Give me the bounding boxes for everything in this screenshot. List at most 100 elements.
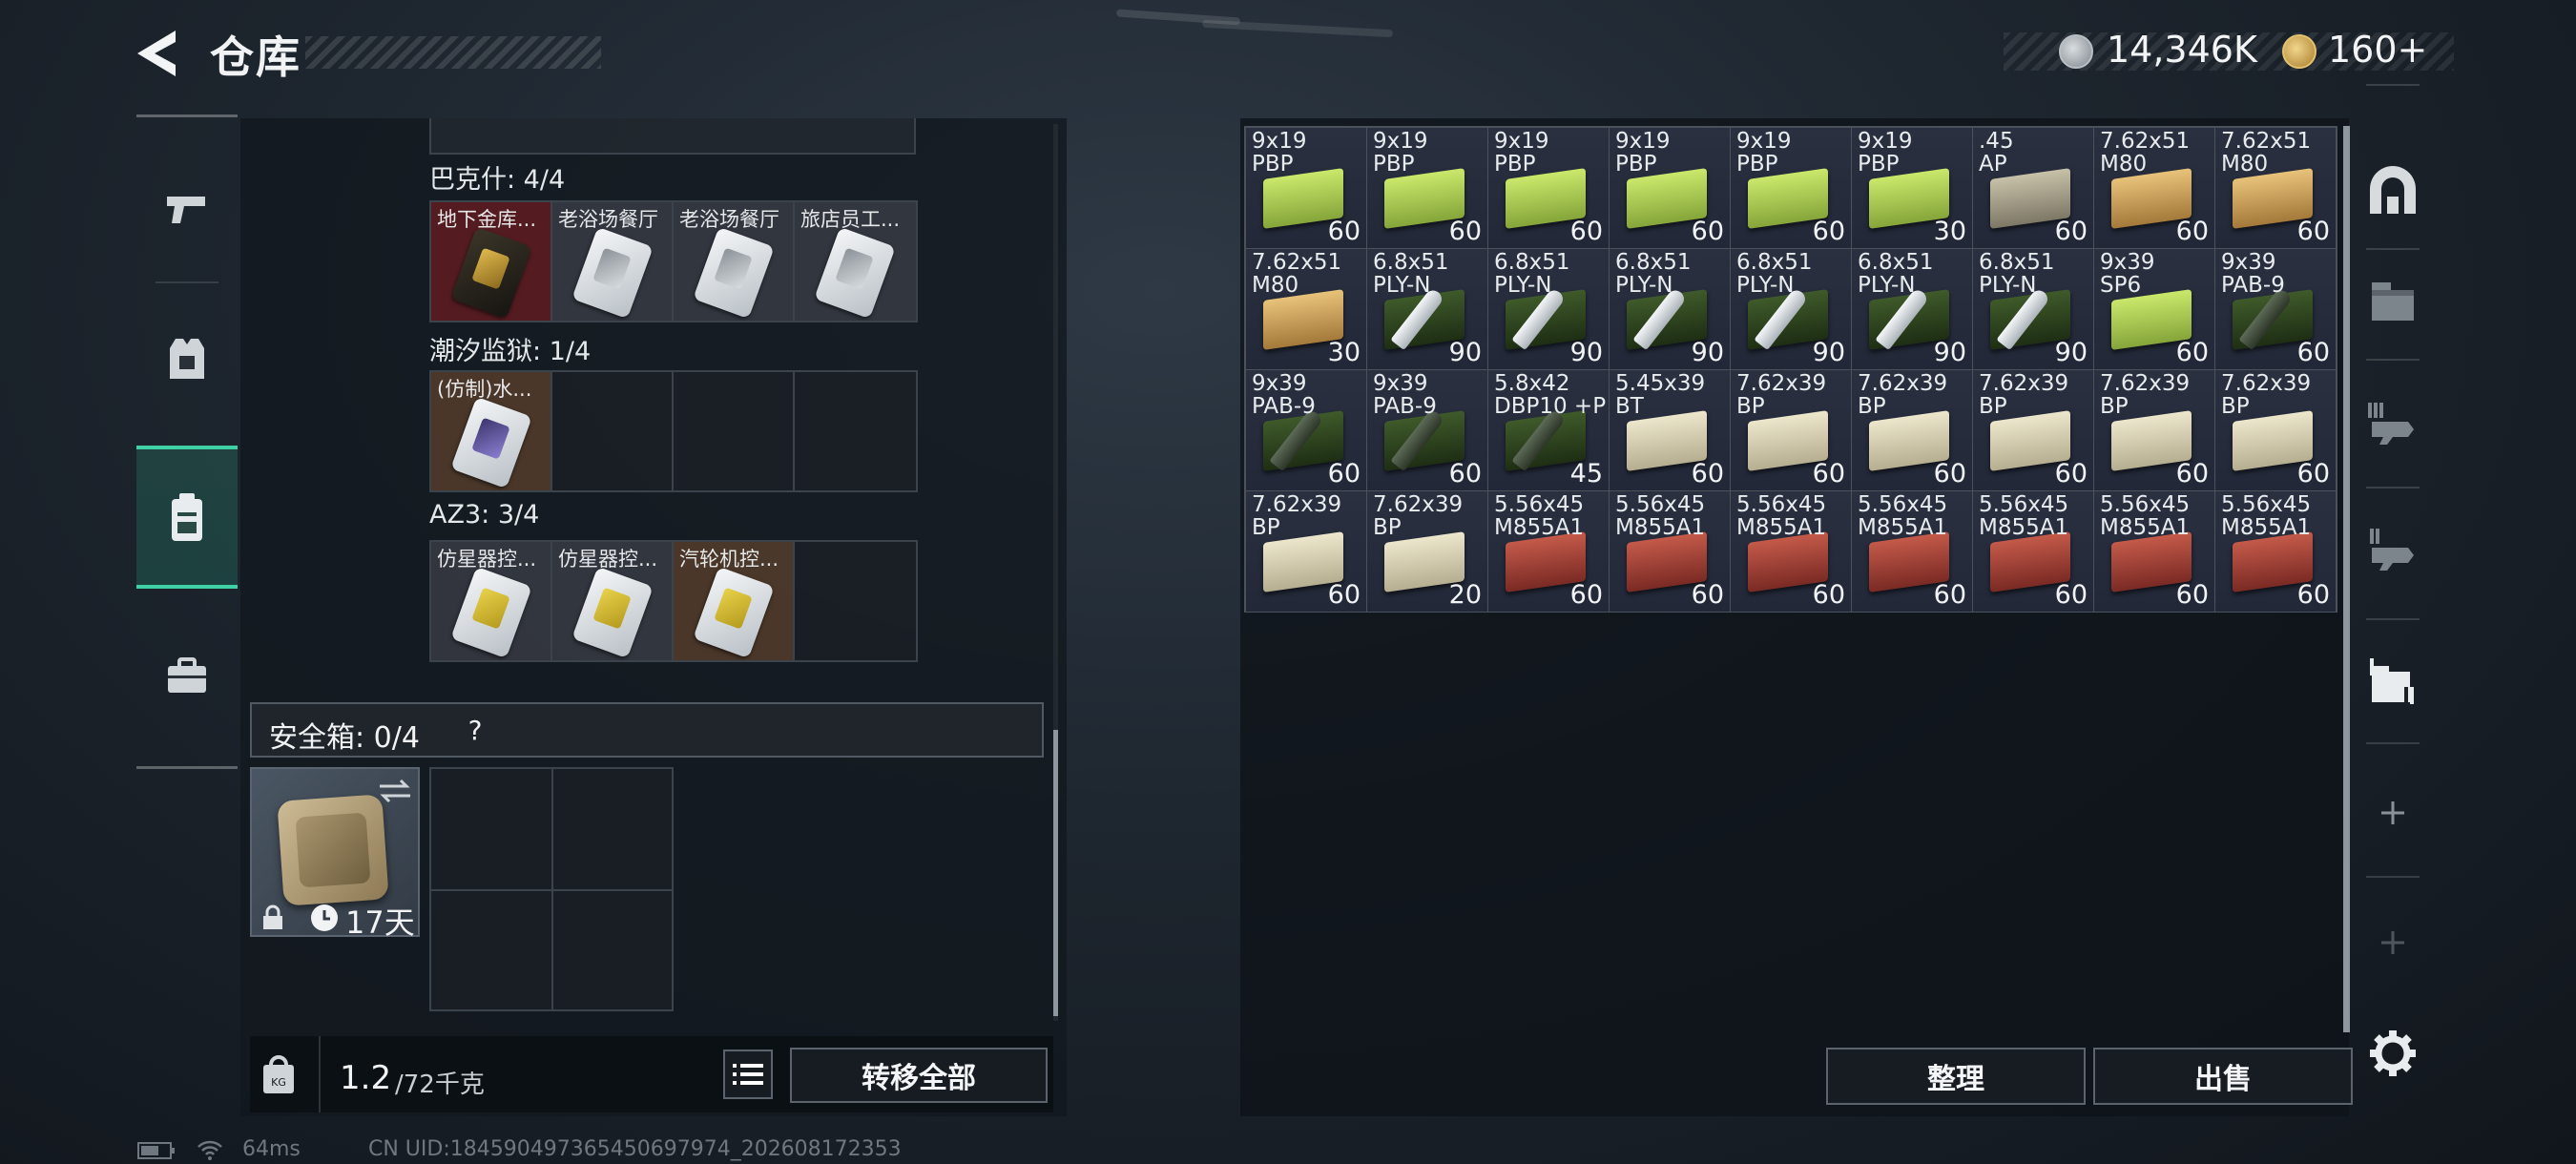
help-button[interactable]: ? (456, 711, 494, 749)
armor-vest-icon (170, 339, 204, 379)
list-view-button[interactable] (723, 1050, 773, 1099)
ammo-item[interactable]: 9x19 PBP 60 (1367, 128, 1488, 249)
ammo-item[interactable]: 9x19 PBP 60 (1246, 128, 1367, 249)
ammo-count: 60 (1691, 459, 1724, 488)
ammo-count: 30 (1933, 217, 1966, 246)
ammo-item[interactable]: 9x39 PAB-9 60 (1367, 370, 1488, 491)
empty-slot[interactable] (795, 542, 916, 660)
stash-tab-1[interactable] (2364, 271, 2421, 328)
empty-slot[interactable] (795, 372, 916, 490)
stash-tab-main[interactable] (2364, 162, 2421, 219)
key-card-slot[interactable]: 旅店员工... (795, 202, 916, 321)
ammo-item[interactable]: 9x39 SP6 60 (2094, 249, 2215, 370)
sell-button[interactable]: 出售 (2093, 1048, 2353, 1105)
ammo-caliber: 6.8x51 PLY-N (1858, 250, 1934, 298)
empty-slot[interactable] (552, 372, 674, 490)
item-name: 汽轮机控... (679, 548, 779, 571)
ammo-item[interactable]: 5.45x39 BT 60 (1610, 370, 1731, 491)
safe-box-grid[interactable] (429, 767, 674, 1011)
svg-text:KG: KG (271, 1076, 286, 1089)
ammo-caliber: 6.8x51 PLY-N (1494, 250, 1570, 298)
transfer-all-button[interactable]: 转移全部 (790, 1048, 1048, 1103)
ammo-item[interactable]: 7.62x39 BP 60 (1246, 491, 1367, 613)
clock-icon (311, 904, 338, 931)
back-icon[interactable] (134, 27, 181, 80)
key-card-slot[interactable]: 汽轮机控... (674, 542, 795, 660)
ammo-item[interactable]: 5.56x45 M855A1 60 (1973, 491, 2094, 613)
ammo-item[interactable]: 9x19 PBP 30 (1852, 128, 1973, 249)
ammo-item[interactable]: 7.62x51 M80 60 (2094, 128, 2215, 249)
nav-weapons[interactable] (136, 136, 238, 280)
nav-toolbox[interactable] (136, 604, 238, 747)
ammo-caliber: 6.8x51 PLY-N (1373, 250, 1449, 298)
ammo-item[interactable]: 5.56x45 M855A1 60 (1731, 491, 1852, 613)
ammo-caliber: 7.62x39 BP (1858, 371, 1948, 419)
keycard-image (571, 566, 654, 659)
ammo-item[interactable]: 6.8x51 PLY-N 90 (1367, 249, 1488, 370)
add-stash-tab-button-2[interactable] (2364, 914, 2421, 971)
stash-tab-4[interactable] (2364, 653, 2421, 710)
ammo-item[interactable]: 7.62x39 BP 60 (1731, 370, 1852, 491)
ammo-count: 60 (2296, 580, 2330, 610)
item-name: (仿制)水... (437, 378, 532, 401)
ammo-caliber: 7.62x51 M80 (2100, 129, 2191, 177)
safe-box-label: 安全箱: 0/4 (269, 721, 420, 755)
ammo-item[interactable]: 7.62x51 M80 60 (2215, 128, 2337, 249)
organize-button[interactable]: 整理 (1826, 1048, 2086, 1105)
ammo-item[interactable]: 9x19 PBP 60 (1488, 128, 1610, 249)
group-label: 潮汐监狱: 1/4 (429, 337, 592, 366)
add-stash-tab-button[interactable] (2364, 784, 2421, 842)
key-card-slot[interactable]: 老浴场餐厅 (674, 202, 795, 321)
ammo-caliber: 6.8x51 PLY-N (1615, 250, 1692, 298)
ammo-count: 60 (2175, 459, 2209, 488)
ammo-item[interactable]: 9x19 PBP 60 (1610, 128, 1731, 249)
ammo-item[interactable]: 9x39 PAB-9 60 (2215, 249, 2337, 370)
swap-icon[interactable] (378, 777, 412, 805)
ammo-item[interactable]: 9x19 PBP 60 (1731, 128, 1852, 249)
ammo-item[interactable]: 5.56x45 M855A1 60 (1488, 491, 1610, 613)
premium-currency-value[interactable]: 160+ (2328, 29, 2427, 71)
ammo-item[interactable]: 5.56x45 M855A1 60 (1610, 491, 1731, 613)
ammo-item[interactable]: 5.56x45 M855A1 60 (2215, 491, 2337, 613)
stash-tab-3[interactable] (2364, 521, 2421, 578)
ammo-item[interactable]: 7.62x39 BP 60 (1973, 370, 2094, 491)
lock-icon (263, 904, 282, 929)
ammo-count: 60 (1933, 580, 1966, 610)
stash-box-icon (2372, 282, 2414, 321)
left-scrollbar-thumb[interactable] (1053, 730, 1058, 1016)
right-scrollbar[interactable] (2343, 126, 2350, 1032)
ammo-item[interactable]: 6.8x51 PLY-N 90 (1731, 249, 1852, 370)
ammo-item[interactable]: 9x39 PAB-9 60 (1246, 370, 1367, 491)
key-card-slot[interactable]: 老浴场餐厅 (552, 202, 674, 321)
ammo-caliber: 5.56x45 M855A1 (2221, 492, 2312, 540)
nav-gear[interactable] (136, 287, 238, 430)
nav-backpack[interactable] (136, 446, 238, 589)
ammo-count: 60 (2054, 217, 2088, 246)
ammo-count: 60 (1691, 580, 1724, 610)
stash-tab-2[interactable] (2364, 395, 2421, 452)
ammo-item[interactable]: 7.62x51 M80 30 (1246, 249, 1367, 370)
ammo-item[interactable]: 6.8x51 PLY-N 90 (1852, 249, 1973, 370)
settings-button[interactable] (2364, 1025, 2421, 1082)
key-card-slot[interactable]: 仿星器控... (431, 542, 552, 660)
ammo-item[interactable]: .45 AP 60 (1973, 128, 2094, 249)
ammo-item[interactable]: 6.8x51 PLY-N 90 (1610, 249, 1731, 370)
key-card-slot[interactable]: 仿星器控... (552, 542, 674, 660)
key-card-slot[interactable]: 地下金库... (431, 202, 552, 321)
ammo-item[interactable]: 7.62x39 BP 60 (2215, 370, 2337, 491)
ammo-item[interactable]: 7.62x39 BP 60 (1852, 370, 1973, 491)
ammo-count: 45 (1569, 459, 1603, 488)
stash-weapon-icon (2368, 403, 2414, 445)
ammo-item[interactable]: 5.56x45 M855A1 60 (1852, 491, 1973, 613)
ammo-item[interactable]: 6.8x51 PLY-N 90 (1973, 249, 2094, 370)
empty-slot[interactable] (674, 372, 795, 490)
ammo-caliber: 9x19 PBP (1736, 129, 1792, 177)
ammo-item[interactable]: 5.8x42 DBP10 +P 45 (1488, 370, 1610, 491)
key-card-slot[interactable]: (仿制)水... (431, 372, 552, 490)
safe-box-item[interactable]: 17天 (250, 767, 420, 941)
ammo-item[interactable]: 5.56x45 M855A1 60 (2094, 491, 2215, 613)
ammo-item[interactable]: 7.62x39 BP 60 (2094, 370, 2215, 491)
ammo-item[interactable]: 7.62x39 BP 20 (1367, 491, 1488, 613)
item-name: 老浴场餐厅 (558, 208, 658, 231)
ammo-item[interactable]: 6.8x51 PLY-N 90 (1488, 249, 1610, 370)
